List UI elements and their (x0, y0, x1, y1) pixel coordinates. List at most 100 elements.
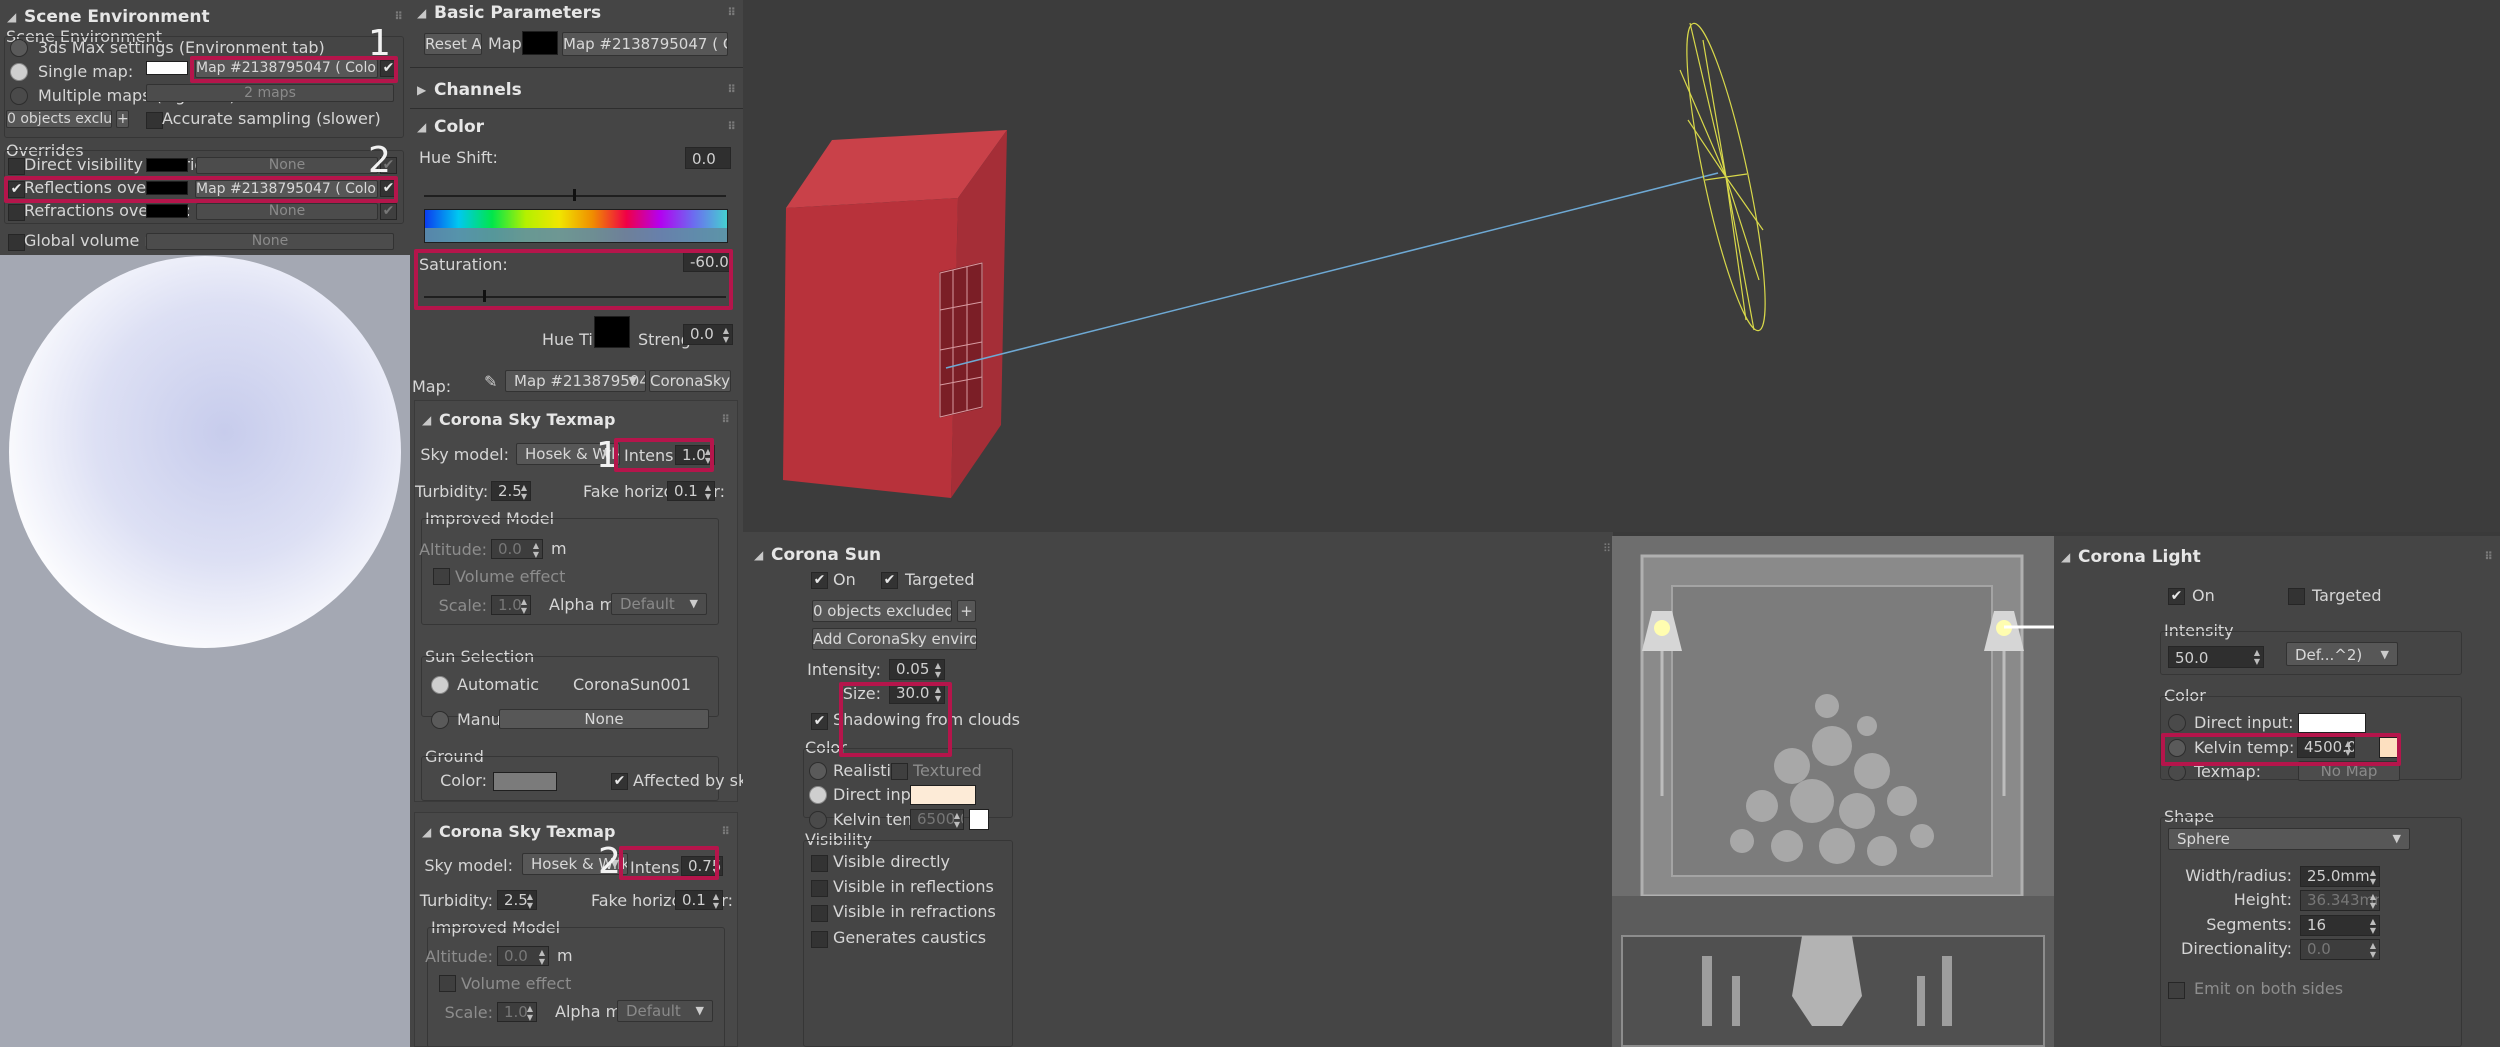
light-height-spinner[interactable]: 36.343mm (2300, 890, 2380, 911)
sun-direct-input-radio[interactable] (809, 786, 827, 804)
color-header[interactable]: ◢ Color ⠿ (410, 114, 743, 140)
light-on-check[interactable]: ✔ (2168, 588, 2185, 605)
sky2-altitude-spinner[interactable]: 0.0 (497, 946, 549, 966)
eyedropper-icon[interactable]: ✎ (484, 372, 500, 392)
sky1-fake-blur-spinner[interactable]: 0.1 (667, 481, 715, 501)
generates-caustics-check[interactable] (811, 931, 828, 948)
corona-sun-header[interactable]: ◢ Corona Sun (747, 542, 1613, 568)
strength-spinner[interactable]: 0.0 (683, 324, 733, 345)
sky1-turbidity-spinner[interactable]: 2.5 (491, 481, 531, 501)
add-coronasky-button[interactable]: Add CoronaSky environment (812, 628, 977, 650)
sky2-turbidity-spinner[interactable]: 2.5 (497, 890, 537, 910)
sky1-automatic-radio[interactable] (431, 676, 449, 694)
sun-kelvin-spinner[interactable]: 6500.0 (910, 809, 964, 830)
sun-kelvin-swatch[interactable] (969, 809, 989, 830)
sky1-intensity-spinner[interactable]: 1.0 (675, 445, 715, 465)
collapse-arrow-icon[interactable]: ◢ (417, 0, 426, 26)
sky2-intensity-spinner[interactable]: 0.75 (681, 856, 723, 876)
light-texmap-radio[interactable] (2168, 763, 2186, 781)
light-texmap-button[interactable]: No Map (2298, 761, 2400, 781)
single-map-color-swatch[interactable] (146, 61, 188, 75)
direct-visibility-check[interactable] (8, 158, 25, 175)
grip-icon[interactable]: ⠿ (721, 407, 730, 433)
corona-light-header[interactable]: ◢ Corona Light ⠿ (2054, 544, 2500, 570)
grip-icon[interactable]: ⠿ (727, 77, 736, 103)
radio-multiple-maps[interactable] (10, 87, 28, 105)
sun-intensity-spinner[interactable]: 0.05 (889, 659, 945, 680)
sky2-header[interactable]: ◢ Corona Sky Texmap ⠿ (415, 819, 737, 845)
light-emit-both-check[interactable] (2168, 982, 2185, 999)
grip-icon[interactable]: ⠿ (2484, 544, 2493, 570)
sky1-manual-button[interactable]: None (499, 709, 709, 729)
hue-shift-input[interactable]: 0.0 (685, 147, 731, 169)
hue-tint-swatch[interactable] (594, 316, 630, 348)
saturation-slider-thumb[interactable] (483, 290, 486, 302)
radio-3dsmax-settings[interactable] (10, 39, 28, 57)
basic-map-swatch[interactable] (522, 31, 558, 55)
grip-icon[interactable]: ⠿ (721, 819, 730, 845)
light-targeted-check[interactable] (2288, 588, 2305, 605)
radio-single-map[interactable] (10, 63, 28, 81)
multiple-maps-button[interactable]: 2 maps (146, 84, 394, 102)
direct-visibility-map-button[interactable]: None (196, 157, 378, 174)
reflections-override-enable-check[interactable]: ✔ (380, 180, 397, 197)
channels-header[interactable]: ▶ Channels ⠿ (410, 77, 743, 103)
reflections-override-check[interactable]: ✔ (8, 181, 25, 198)
direct-visibility-swatch[interactable] (146, 158, 188, 172)
refractions-override-check[interactable] (8, 204, 25, 221)
refractions-override-map-button[interactable]: None (196, 203, 378, 220)
sun-realistic-radio[interactable] (809, 762, 827, 780)
sun-objects-excluded-button[interactable]: 0 objects excluded... (812, 600, 952, 622)
sky2-scale-spinner[interactable]: 1.0 (497, 1002, 537, 1022)
grip-icon[interactable]: ⠿ (727, 0, 736, 26)
light-segments-spinner[interactable]: 16 (2300, 915, 2380, 936)
sky1-ground-color-swatch[interactable] (493, 772, 557, 791)
saturation-input[interactable]: -60.0 (683, 252, 733, 272)
collapse-arrow-icon[interactable]: ◢ (754, 542, 763, 568)
collapse-arrow-icon[interactable]: ◢ (2061, 544, 2070, 570)
sun-kelvin-radio[interactable] (809, 811, 827, 829)
sun-size-spinner[interactable]: 30.0 (889, 683, 945, 704)
light-kelvin-spinner[interactable]: 4500.0 (2297, 737, 2355, 758)
sky2-volume-check[interactable] (439, 975, 456, 992)
sky1-volume-check[interactable] (433, 568, 450, 585)
basic-map-button[interactable]: Map #2138795047 ( CoronaSky ) (562, 32, 728, 56)
light-directionality-spinner[interactable]: 0.0 (2300, 939, 2380, 960)
sun-direct-input-swatch[interactable] (910, 785, 976, 805)
3d-viewport[interactable] (743, 0, 2500, 532)
basic-parameters-header[interactable]: ◢ Basic Parameters ⠿ (410, 0, 743, 26)
sun-targeted-check[interactable]: ✔ (881, 572, 898, 589)
objects-excluded-button[interactable]: 0 objects excluded... (6, 110, 112, 128)
sky1-affected-check[interactable]: ✔ (611, 773, 628, 790)
grip-icon[interactable]: ⠿ (1603, 542, 1611, 555)
visible-refractions-check[interactable] (811, 905, 828, 922)
visible-reflections-check[interactable] (811, 880, 828, 897)
grip-icon[interactable]: ⠿ (727, 114, 736, 140)
global-volume-map-button[interactable]: None (146, 233, 394, 250)
visible-directly-check[interactable] (811, 855, 828, 872)
accurate-sampling-check[interactable] (146, 112, 163, 129)
sky1-header[interactable]: ◢ Corona Sky Texmap ⠿ (415, 407, 737, 433)
sky2-alpha-mode-dropdown[interactable]: Default (617, 1000, 713, 1022)
reflections-override-map-button[interactable]: Map #2138795047 ( Color Correction ) (195, 180, 378, 198)
collapse-arrow-icon[interactable]: ◢ (422, 407, 431, 433)
light-kelvin-swatch[interactable] (2379, 737, 2399, 758)
sky1-altitude-spinner[interactable]: 0.0 (491, 539, 543, 559)
sky1-alpha-mode-dropdown[interactable]: Default (611, 593, 707, 615)
light-kelvin-radio[interactable] (2168, 739, 2186, 757)
grip-icon[interactable]: ⠿ (394, 4, 403, 30)
reflections-override-swatch[interactable] (146, 181, 188, 195)
hue-shift-slider-thumb[interactable] (573, 189, 576, 201)
reset-all-button[interactable]: Reset All (424, 33, 482, 55)
collapse-arrow-icon[interactable]: ◢ (417, 114, 426, 140)
single-map-button[interactable]: Map #2138795047 ( Color Correction ) (195, 59, 378, 78)
sun-textured-check[interactable] (891, 763, 908, 780)
sky1-map-type-button[interactable]: CoronaSky (649, 370, 731, 392)
sky1-scale-spinner[interactable]: 1.0 (491, 595, 531, 615)
sky1-map-dropdown[interactable]: Map #2138795047 (505, 370, 646, 392)
saturation-slider[interactable] (424, 296, 726, 298)
global-volume-check[interactable] (8, 234, 25, 251)
light-intensity-spinner[interactable]: 50.0 (2168, 646, 2264, 668)
sun-on-check[interactable]: ✔ (811, 572, 828, 589)
refractions-override-enable-check[interactable]: ✔ (380, 203, 397, 220)
